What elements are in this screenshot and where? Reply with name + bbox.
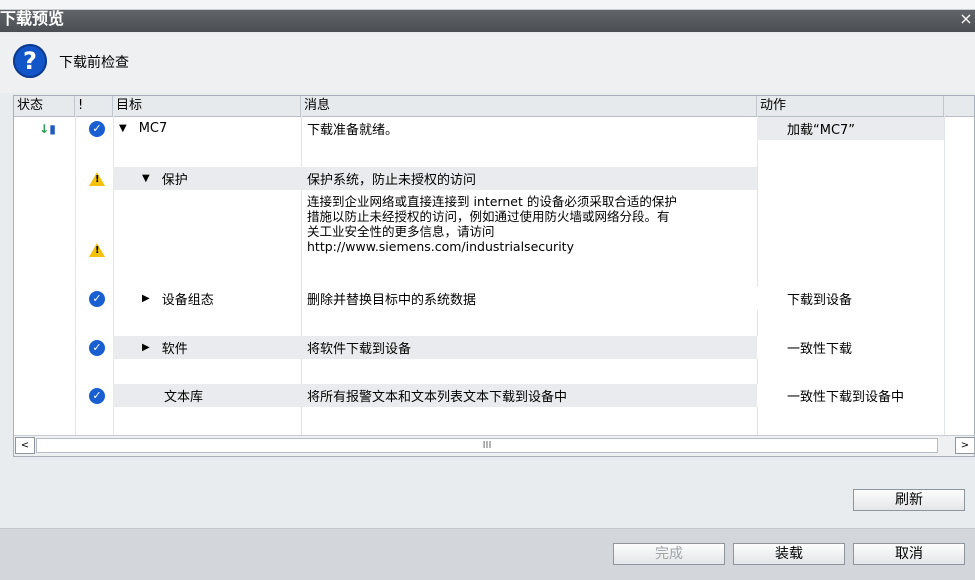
page-title: 下载前检查 bbox=[59, 55, 129, 71]
security-message-line: 措施以防止未经授权的访问，例如通过使用防火墙或网络分段。有 bbox=[307, 209, 670, 224]
message-text: 将所有报警文本和文本列表文本下载到设备中 bbox=[307, 390, 568, 405]
table-row[interactable]: ✓ ▶ 软件 将软件下载到设备 一致性下载 bbox=[14, 336, 974, 359]
action-dropdown[interactable]: 下载到设备 bbox=[787, 289, 852, 308]
target-label: 设备组态 bbox=[161, 293, 214, 308]
table-row[interactable]: ! ▼ 保护 保护系统，防止未授权的访问 bbox=[14, 167, 974, 190]
cancel-button[interactable]: 取消 bbox=[853, 543, 965, 565]
target-label: 软件 bbox=[161, 342, 188, 357]
warning-icon: ! bbox=[89, 171, 105, 186]
chevron-right-icon[interactable]: ▶ bbox=[142, 293, 150, 304]
scroll-left-button[interactable]: < bbox=[15, 437, 35, 454]
chevron-down-icon[interactable]: ▼ bbox=[119, 123, 127, 134]
check-circle-icon: ✓ bbox=[89, 290, 105, 307]
message-text: 将软件下载到设备 bbox=[307, 342, 412, 357]
scroll-thumb[interactable]: III bbox=[36, 438, 938, 453]
question-icon: ? bbox=[13, 44, 47, 78]
table-row[interactable]: ✓ ▶ 设备组态 删除并替换目标中的系统数据 下载到设备 bbox=[14, 287, 974, 310]
security-message-line: 关工业安全性的更多信息，请访问 bbox=[307, 224, 495, 239]
security-message-line: 连接到企业网络或直接连接到 internet 的设备必须采取合适的保护 bbox=[307, 194, 677, 209]
column-message[interactable]: 消息 bbox=[301, 96, 757, 116]
column-action[interactable]: 动作 bbox=[757, 96, 944, 116]
message-text: 删除并替换目标中的系统数据 bbox=[307, 293, 477, 308]
target-label: 保护 bbox=[161, 173, 188, 188]
column-target[interactable]: 目标 bbox=[113, 96, 301, 116]
warning-icon: ! bbox=[89, 243, 105, 257]
chevron-right-icon[interactable]: ▶ bbox=[142, 342, 150, 353]
column-status[interactable]: 状态 bbox=[14, 96, 75, 116]
target-label: 文本库 bbox=[164, 390, 204, 405]
refresh-button[interactable]: 刷新 bbox=[853, 489, 965, 511]
preview-table: 状态 ! 目标 消息 动作 ↓▮ ✓ ▼ MC7 下载准备就绪。 加载“MC7” … bbox=[13, 95, 975, 457]
scroll-right-button[interactable]: > bbox=[955, 437, 974, 454]
table-row[interactable]: ↓▮ ✓ ▼ MC7 下载准备就绪。 加载“MC7” bbox=[14, 117, 974, 140]
action-dropdown[interactable]: 一致性下载到设备中 bbox=[787, 386, 904, 405]
target-label: MC7 bbox=[138, 121, 168, 136]
table-header: 状态 ! 目标 消息 动作 bbox=[14, 96, 974, 117]
chevron-down-icon[interactable]: ▼ bbox=[142, 173, 150, 184]
top-strip bbox=[0, 0, 975, 10]
action-dropdown[interactable]: 一致性下载 bbox=[787, 338, 852, 357]
message-text: 保护系统，防止未授权的访问 bbox=[307, 173, 477, 188]
download-status-icon: ↓▮ bbox=[39, 121, 56, 136]
table-row: ! 连接到企业网络或直接连接到 internet 的设备必须采取合适的保护 措施… bbox=[14, 192, 974, 262]
action-text[interactable]: 加载“MC7” bbox=[787, 119, 855, 138]
title-bar: 下载预览 × bbox=[0, 0, 975, 32]
header-area bbox=[0, 33, 975, 93]
check-warning-icon: ✓ bbox=[89, 120, 105, 137]
window-title: 下载预览 bbox=[0, 9, 65, 28]
security-link[interactable]: http://www.siemens.com/industrialsecurit… bbox=[307, 239, 757, 254]
check-circle-icon: ✓ bbox=[89, 339, 105, 356]
load-button[interactable]: 装载 bbox=[733, 543, 845, 565]
check-circle-icon: ✓ bbox=[89, 387, 105, 404]
column-alert[interactable]: ! bbox=[75, 96, 113, 116]
close-icon[interactable]: × bbox=[957, 8, 975, 30]
message-text: 下载准备就绪。 bbox=[307, 123, 399, 138]
table-row[interactable]: ✓ 文本库 将所有报警文本和文本列表文本下载到设备中 一致性下载到设备中 bbox=[14, 384, 974, 407]
finish-button[interactable]: 完成 bbox=[613, 543, 725, 565]
horizontal-scrollbar[interactable]: < III > bbox=[14, 435, 974, 456]
